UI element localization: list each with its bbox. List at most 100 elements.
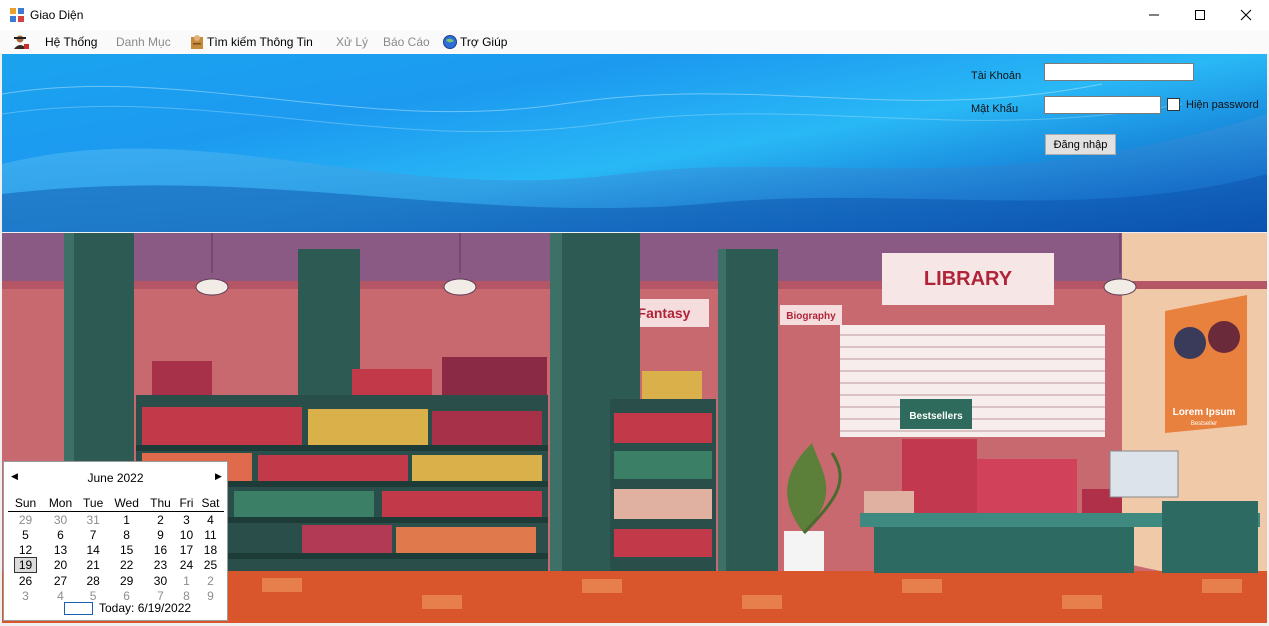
calendar-day-number: 30: [53, 512, 68, 527]
next-month-icon[interactable]: ▶: [215, 471, 222, 482]
calendar-day[interactable]: 4: [197, 512, 224, 528]
window-title: Giao Diện: [30, 8, 84, 22]
calendar-day[interactable]: 7: [78, 527, 108, 542]
calendar-day-number: 30: [153, 573, 168, 588]
calendar-day[interactable]: 2: [145, 512, 176, 528]
calendar-day-number: 3: [183, 512, 190, 527]
calendar-day[interactable]: 8: [108, 527, 145, 542]
calendar-day[interactable]: 26: [8, 573, 43, 588]
calendar-day[interactable]: 13: [43, 542, 78, 557]
close-button[interactable]: [1223, 0, 1269, 30]
calendar-day-number: 15: [119, 542, 134, 557]
calendar-week-row: 12 13 14 15 16 17 18: [8, 542, 224, 557]
menu-xu-ly[interactable]: Xử Lý: [336, 30, 368, 54]
today-label: Today: 6/19/2022: [99, 601, 192, 615]
calendar-day[interactable]: 16: [145, 542, 176, 557]
calendar-day[interactable]: 9: [197, 588, 224, 603]
calendar-day[interactable]: 29: [108, 573, 145, 588]
calendar-day[interactable]: 29: [8, 512, 43, 528]
calendar-day[interactable]: 17: [176, 542, 197, 557]
calendar-day[interactable]: 19: [8, 557, 43, 573]
calendar-today[interactable]: Today: 6/19/2022: [64, 601, 191, 615]
calendar-day[interactable]: 31: [78, 512, 108, 528]
menu-he-thong[interactable]: Hệ Thống: [12, 30, 97, 54]
calendar-day[interactable]: 10: [176, 527, 197, 542]
login-button[interactable]: Đăng nhập: [1045, 134, 1116, 155]
calendar-day[interactable]: 18: [197, 542, 224, 557]
show-password-checkbox[interactable]: [1167, 98, 1180, 111]
weekday-header: Thu: [144, 494, 176, 512]
close-icon: [1240, 9, 1252, 21]
calendar-day[interactable]: 21: [78, 557, 108, 573]
calendar-day-number: 19: [13, 557, 38, 573]
maximize-button[interactable]: [1177, 0, 1223, 30]
calendar-day-number: 7: [89, 527, 97, 542]
fantasy-sign: Fantasy: [638, 305, 691, 321]
calendar-day[interactable]: 27: [43, 573, 78, 588]
menu-bar: Hệ Thống Danh Mục Tìm kiếm Thông Tin Xử …: [0, 30, 1269, 54]
calendar-day-number: 14: [86, 542, 100, 557]
minimize-icon: [1149, 14, 1159, 16]
calendar-day[interactable]: 28: [78, 573, 108, 588]
calendar-day[interactable]: 20: [43, 557, 78, 573]
calendar-day[interactable]: 5: [8, 527, 43, 542]
show-password-label[interactable]: Hiện password: [1186, 99, 1259, 111]
calendar-day[interactable]: 15: [108, 542, 145, 557]
calendar-day-number: 20: [53, 558, 68, 572]
calendar-day-number: 11: [204, 527, 217, 542]
book-user-icon: [190, 34, 204, 50]
calendar-day[interactable]: 14: [78, 542, 108, 557]
weekday-header: Sun: [8, 494, 43, 512]
menu-bao-cao[interactable]: Báo Cáo: [383, 30, 430, 54]
menu-tro-giup[interactable]: Trợ Giúp: [443, 30, 507, 54]
calendar-day-number: 5: [22, 527, 29, 542]
weekday-header: Tue: [77, 494, 109, 512]
calendar-day-number: 4: [207, 512, 214, 527]
calendar-day[interactable]: 3: [176, 512, 197, 528]
calendar-day[interactable]: 12: [8, 542, 43, 557]
username-input[interactable]: [1044, 63, 1194, 81]
menu-danh-muc[interactable]: Danh Mục: [116, 30, 171, 54]
calendar-month-title[interactable]: June 2022: [4, 471, 227, 485]
calendar-day-number: 6: [57, 527, 64, 542]
calendar-day-number: 3: [22, 588, 29, 603]
calendar-day[interactable]: 9: [145, 527, 176, 542]
today-marker-icon: [64, 601, 93, 615]
calendar-day[interactable]: 2: [197, 573, 224, 588]
calendar-day-number: 23: [153, 558, 168, 572]
calendar-day[interactable]: 1: [176, 573, 197, 588]
calendar-day[interactable]: 22: [108, 557, 145, 573]
calendar-day-number: 4: [57, 588, 64, 603]
poster-subtitle: Bestseller: [1191, 421, 1217, 427]
calendar-day-number: 1: [123, 512, 130, 527]
calendar-week-row: 19 20 21 22 23 24 25: [8, 557, 224, 573]
menu-tim-kiem[interactable]: Tìm kiếm Thông Tin: [190, 30, 313, 54]
calendar-day[interactable]: 11: [197, 527, 224, 542]
calendar-day[interactable]: 23: [145, 557, 176, 573]
calendar-day[interactable]: 30: [43, 512, 78, 528]
globe-help-icon: [443, 35, 457, 49]
password-input[interactable]: [1044, 96, 1161, 114]
app-icon: [10, 8, 24, 22]
calendar-day[interactable]: 30: [145, 573, 176, 588]
minimize-button[interactable]: [1131, 0, 1177, 30]
weekday-header: Wed: [108, 494, 145, 512]
calendar-day-number: 12: [18, 542, 33, 557]
library-sign: LIBRARY: [924, 268, 1013, 290]
month-calendar[interactable]: ◀ June 2022 ▶ Sun Mon Tue Wed Thu Fri Sa…: [3, 461, 228, 621]
calendar-day[interactable]: 6: [43, 527, 78, 542]
calendar-header: ◀ June 2022 ▶: [4, 470, 227, 486]
calendar-day-number: 8: [123, 527, 130, 542]
calendar-day[interactable]: 25: [197, 557, 224, 573]
calendar-day[interactable]: 3: [8, 588, 43, 603]
calendar-day[interactable]: 24: [176, 557, 197, 573]
username-label: Tài Khoản: [971, 70, 1022, 82]
calendar-day-number: 18: [203, 542, 218, 557]
biography-sign: Biography: [786, 311, 836, 322]
menu-label: Tìm kiếm Thông Tin: [207, 35, 313, 49]
calendar-day-number: 29: [119, 573, 134, 588]
calendar-day-number: 13: [53, 542, 68, 557]
calendar-week-row: 5 6 7 8 9 10 11: [8, 527, 224, 542]
calendar-day[interactable]: 1: [108, 512, 145, 528]
calendar-day-number: 17: [179, 542, 194, 557]
